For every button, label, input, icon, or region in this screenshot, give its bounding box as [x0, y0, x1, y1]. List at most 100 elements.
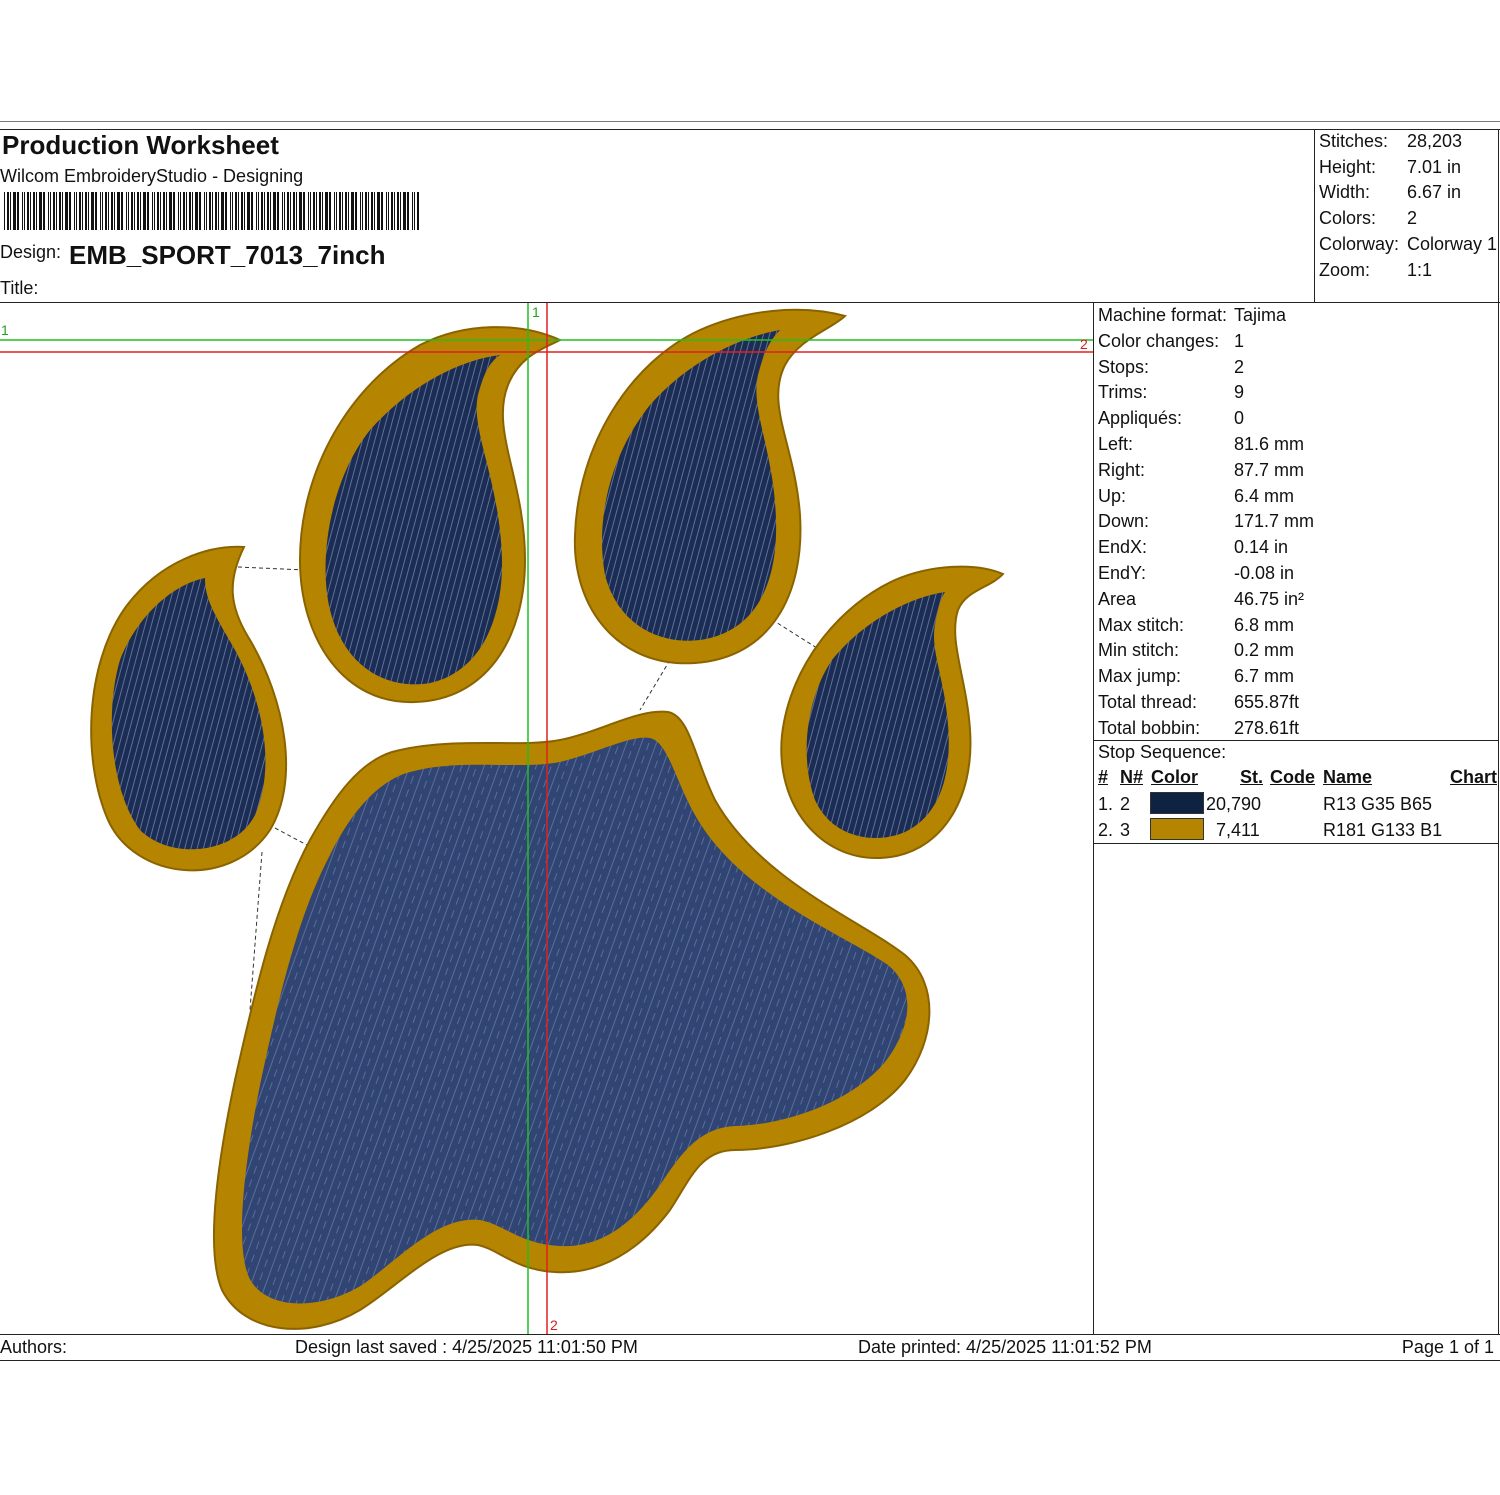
barcode-bar	[322, 192, 323, 230]
barcode-bar	[386, 192, 387, 230]
barcode-bar	[299, 192, 302, 230]
barcode-bar	[56, 192, 57, 230]
barcode-bar	[282, 192, 283, 230]
barcode-bar	[351, 192, 354, 230]
barcode-bar	[186, 192, 187, 230]
barcode-bar	[199, 192, 201, 230]
color-swatch-gold	[1150, 818, 1204, 840]
barcode-bar	[212, 192, 213, 230]
barcode-bar	[368, 192, 369, 230]
barcode-bar	[397, 192, 399, 230]
barcode-bar	[76, 192, 77, 230]
barcode-bar	[17, 192, 19, 230]
barcode	[4, 192, 419, 230]
barcode-bar	[247, 192, 250, 230]
barcode-bar	[284, 192, 285, 230]
barcode-bar	[251, 192, 253, 230]
canvas-divider	[1093, 302, 1094, 1334]
barcode-bar	[206, 192, 207, 230]
col-header-color: Color	[1151, 767, 1198, 787]
barcode-bar	[126, 192, 127, 230]
barcode-bar	[48, 192, 49, 230]
barcode-bar	[69, 192, 71, 230]
barcode-bar	[160, 192, 161, 230]
barcode-bar	[225, 192, 227, 230]
barcode-bar	[100, 192, 101, 230]
barcode-bar	[74, 192, 75, 230]
barcode-bar	[381, 192, 383, 230]
barcode-bar	[157, 192, 159, 230]
barcode-bar	[85, 192, 87, 230]
color-swatch-navy	[1150, 792, 1204, 814]
barcode-bar	[296, 192, 297, 230]
col-header-number: #	[1098, 767, 1109, 787]
barcode-bar	[365, 192, 367, 230]
col-header-chart: Chart	[1450, 767, 1498, 787]
barcode-bar	[417, 192, 419, 230]
barcode-bar	[270, 192, 271, 230]
barcode-bar	[400, 192, 401, 230]
barcode-bar	[111, 192, 113, 230]
barcode-bar	[30, 192, 31, 230]
barcode-bar	[303, 192, 305, 230]
design-canvas: 1 1 2 2	[0, 303, 1093, 1334]
barcode-bar	[88, 192, 89, 230]
barcode-bar	[147, 192, 149, 230]
design-name: EMB_SPORT_7013_7inch	[69, 240, 386, 270]
barcode-bar	[163, 192, 165, 230]
barcode-bar	[154, 192, 155, 230]
barcode-bar	[102, 192, 103, 230]
barcode-bar	[209, 192, 211, 230]
barcode-bar	[308, 192, 309, 230]
barcode-bar	[13, 192, 16, 230]
barcode-bar	[62, 192, 63, 230]
barcode-bar	[24, 192, 25, 230]
barcode-bar	[287, 192, 289, 230]
footer-date-printed: Date printed: 4/25/2025 11:01:52 PM	[858, 1337, 1152, 1357]
barcode-bar	[215, 192, 217, 230]
barcode-bar	[183, 192, 185, 230]
barcode-bar	[348, 192, 349, 230]
barcode-bar	[169, 192, 172, 230]
footer-bottom-border	[0, 1360, 1500, 1361]
stop-sequence-title: Stop Sequence:	[1098, 742, 1227, 762]
footer-authors: Authors:	[0, 1337, 68, 1357]
toe-right	[780, 565, 1005, 860]
barcode-bar	[143, 192, 146, 230]
barcode-bar	[36, 192, 37, 230]
barcode-bar	[238, 192, 239, 230]
barcode-bar	[319, 192, 321, 230]
barcode-bar	[218, 192, 219, 230]
barcode-bar	[293, 192, 295, 230]
barcode-bar	[355, 192, 357, 230]
barcode-bar	[342, 192, 343, 230]
barcode-bar	[414, 192, 415, 230]
barcode-bar	[131, 192, 133, 230]
barcode-bar	[412, 192, 413, 230]
barcode-bar	[27, 192, 29, 230]
barcode-bar	[59, 192, 61, 230]
col-header-code: Code	[1270, 767, 1315, 787]
barcode-bar	[180, 192, 181, 230]
barcode-bar	[290, 192, 291, 230]
barcode-bar	[4, 192, 5, 230]
barcode-bar	[407, 192, 409, 230]
barcode-bar	[166, 192, 167, 230]
toe-upper-right	[573, 308, 848, 665]
barcode-bar	[140, 192, 141, 230]
barcode-bar	[22, 192, 23, 230]
barcode-bar	[241, 192, 243, 230]
barcode-bar	[394, 192, 395, 230]
barcode-bar	[117, 192, 120, 230]
barcode-bar	[128, 192, 129, 230]
barcode-bar	[310, 192, 311, 230]
barcode-bar	[7, 192, 9, 230]
barcode-bar	[134, 192, 135, 230]
guide-v1-label: 1	[532, 304, 540, 320]
barcode-bar	[313, 192, 315, 230]
barcode-bar	[79, 192, 81, 230]
barcode-bar	[334, 192, 335, 230]
barcode-bar	[316, 192, 317, 230]
footer-last-saved: Design last saved : 4/25/2025 11:01:50 P…	[295, 1337, 638, 1357]
barcode-bar	[371, 192, 373, 230]
